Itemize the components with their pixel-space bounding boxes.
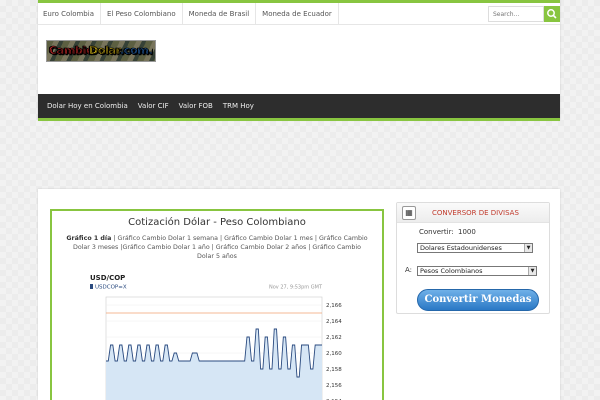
- calculator-icon: ▦: [402, 205, 416, 220]
- mainnav-valor-fob[interactable]: Valor FOB: [174, 94, 218, 118]
- currency-converter: ▦ CONVERSOR DE DIVISAS Convertir: 1000 D…: [396, 202, 550, 314]
- to-label: A:: [405, 266, 413, 274]
- from-currency-select[interactable]: Dolares Estadounidenses ▼: [417, 243, 533, 253]
- convert-button[interactable]: Convertir Monedas: [417, 289, 539, 311]
- chart-links-other[interactable]: | Gráfico Cambio Dolar 1 semana | Gráfic…: [73, 235, 368, 260]
- converter-title: CONVERSOR DE DIVISAS: [432, 208, 519, 217]
- converter-header: ▦ CONVERSOR DE DIVISAS: [397, 203, 549, 223]
- mainnav-valor-cif[interactable]: Valor CIF: [133, 94, 174, 118]
- topnav-link-peso-colombiano[interactable]: El Peso Colombiano: [101, 2, 183, 25]
- topnav-link-euro-colombia[interactable]: Euro Colombia: [38, 2, 101, 25]
- convert-label: Convertir:: [419, 228, 454, 236]
- chevron-down-icon: ▼: [528, 267, 536, 275]
- logo-text: Cambio Dolar .com.co: [49, 43, 155, 60]
- topnav-link-moneda-brasil[interactable]: Moneda de Brasil: [183, 2, 257, 25]
- main-content: Cotización Dólar - Peso Colombiano Gráfi…: [38, 189, 560, 400]
- mainnav-trm-hoy[interactable]: TRM Hoy: [218, 94, 259, 118]
- y-tick-label: 2,162: [326, 335, 342, 341]
- topnav-link-moneda-ecuador[interactable]: Moneda de Ecuador: [256, 2, 339, 25]
- svg-text:Dolar: Dolar: [89, 44, 122, 57]
- chevron-down-icon: ▼: [524, 244, 532, 252]
- main-navigation: Dolar Hoy en Colombia Valor CIF Valor FO…: [38, 94, 560, 121]
- svg-text:.com.co: .com.co: [120, 44, 153, 57]
- top-navigation: Euro Colombia El Peso Colombiano Moneda …: [38, 2, 560, 25]
- y-tick-label: 2,164: [326, 319, 342, 325]
- search-button[interactable]: [544, 6, 560, 22]
- mainnav-dolar-hoy[interactable]: Dolar Hoy en Colombia: [38, 94, 133, 118]
- y-tick-label: 2,156: [326, 383, 342, 389]
- svg-text:Cambio: Cambio: [49, 44, 94, 57]
- y-tick-label: 2,158: [326, 367, 342, 373]
- legend-label: USDCOP=X: [95, 285, 127, 291]
- site-header: Euro Colombia El Peso Colombiano Moneda …: [38, 0, 560, 121]
- chart-link-1-dia[interactable]: Gráfico 1 día: [66, 235, 111, 242]
- search-input[interactable]: [488, 6, 544, 22]
- widget-title: Cotización Dólar - Peso Colombiano: [128, 217, 306, 228]
- from-currency-value: Dolares Estadounidenses: [420, 244, 502, 252]
- to-currency-value: Pesos Colombianos: [420, 267, 483, 275]
- chart-timestamp: Nov 27, 9:53pm GMT: [269, 285, 323, 291]
- amount-field[interactable]: 1000: [458, 228, 476, 236]
- exchange-rate-widget: Cotización Dólar - Peso Colombiano Gráfi…: [50, 209, 384, 400]
- search-box: [488, 6, 560, 22]
- site-logo[interactable]: Cambio Dolar .com.co: [46, 40, 156, 62]
- y-tick-label: 2,160: [326, 351, 342, 357]
- chart-period-links: Gráfico 1 día | Gráfico Cambio Dolar 1 s…: [66, 234, 368, 261]
- y-tick-label: 2,166: [326, 303, 342, 309]
- legend-swatch: [90, 284, 93, 289]
- search-icon: [547, 9, 557, 19]
- usd-cop-chart: 2,1662,1642,1622,1602,1582,1562,154USD/C…: [88, 271, 352, 400]
- to-currency-select[interactable]: Pesos Colombianos ▼: [417, 266, 537, 276]
- chart-title: USD/COP: [90, 274, 125, 282]
